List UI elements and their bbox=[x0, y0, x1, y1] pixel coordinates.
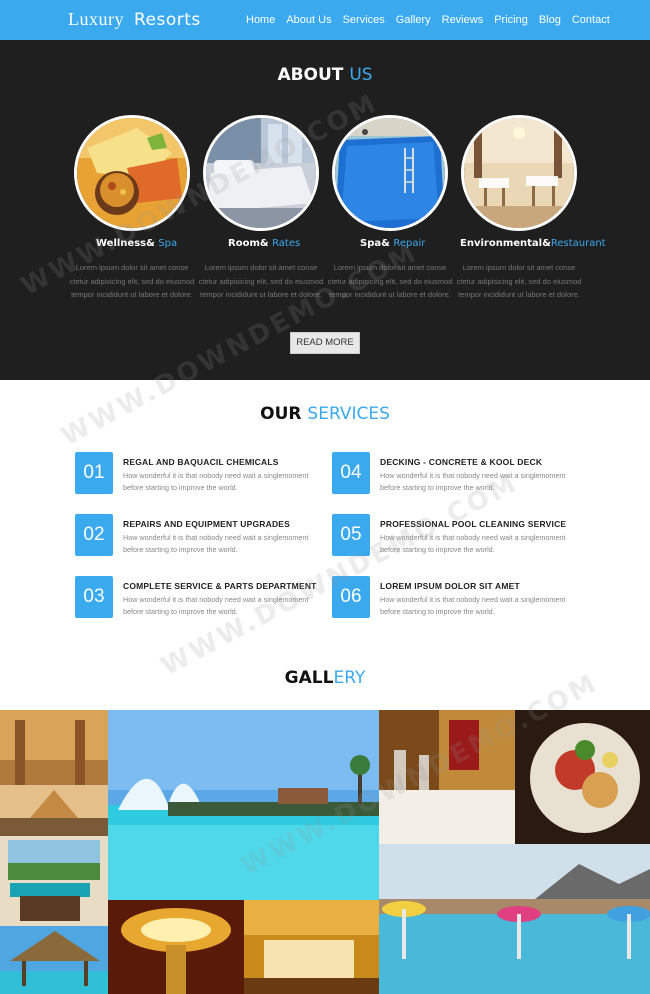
gallery-image-terrace[interactable] bbox=[0, 818, 108, 926]
read-more-button[interactable]: READ MORE bbox=[290, 332, 360, 354]
service-title-03[interactable]: COMPLETE SERVICE & PARTS DEPARTMENT bbox=[123, 581, 317, 591]
gallery-image-pool-fountain[interactable] bbox=[108, 710, 379, 900]
feature-title-spa: Spa& Repair bbox=[360, 238, 426, 249]
nav-pricing[interactable]: Pricing bbox=[494, 14, 528, 26]
feature-title-environmental: Environmental&Restaurant bbox=[460, 238, 606, 249]
gallery-image-lobby[interactable] bbox=[0, 710, 108, 818]
about-title-main: ABOUT bbox=[277, 65, 344, 85]
spa-repair-image[interactable] bbox=[332, 115, 448, 231]
gallery-image-suite[interactable] bbox=[244, 900, 379, 994]
nav-gallery[interactable]: Gallery bbox=[396, 14, 431, 26]
service-number-06: 06 bbox=[332, 576, 370, 618]
nav-services[interactable]: Services bbox=[343, 14, 385, 26]
service-title-06[interactable]: LOREM IPSUM DOLOR SIT AMET bbox=[380, 581, 520, 591]
service-number-05: 05 bbox=[332, 514, 370, 556]
logo-part1: Luxury bbox=[68, 9, 124, 29]
gallery-image-hut[interactable] bbox=[0, 926, 108, 994]
gallery-image-dish[interactable] bbox=[515, 710, 650, 844]
service-title-01[interactable]: REGAL AND BAQUACIL CHEMICALS bbox=[123, 457, 279, 467]
gallery-image-casino[interactable] bbox=[108, 900, 244, 994]
feature-text-wellness: Lorem ipsum dolor sit amet conse ctetur … bbox=[69, 263, 195, 299]
service-desc-03: How wonderful it is that nobody need wai… bbox=[123, 595, 309, 616]
gallery-image-wine-table[interactable] bbox=[379, 710, 515, 844]
nav-reviews[interactable]: Reviews bbox=[442, 14, 484, 26]
service-number-03: 03 bbox=[75, 576, 113, 618]
feature-title-wellness: Wellness& Spa bbox=[96, 238, 178, 249]
service-desc-05: How wonderful it is that nobody need wai… bbox=[380, 533, 566, 554]
wellness-spa-image[interactable] bbox=[74, 115, 190, 231]
service-title-04[interactable]: DECKING - CONCRETE & KOOL DECK bbox=[380, 457, 542, 467]
services-title: OUR SERVICES bbox=[260, 404, 390, 424]
about-section: ABOUT US Wellness& Spa Room& Rates Spa& … bbox=[0, 40, 650, 380]
environmental-restaurant-image[interactable] bbox=[461, 115, 577, 231]
watermark-text: WWW.DOWNDEMO.COM bbox=[156, 467, 524, 683]
nav-contact[interactable]: Contact bbox=[572, 14, 610, 26]
service-number-02: 02 bbox=[75, 514, 113, 556]
service-title-05[interactable]: PROFESSIONAL POOL CLEANING SERVICE bbox=[380, 519, 566, 529]
service-desc-02: How wonderful it is that nobody need wai… bbox=[123, 533, 309, 554]
service-desc-06: How wonderful it is that nobody need wai… bbox=[380, 595, 566, 616]
feature-text-spa: Lorem ipsum dolor sit amet conse ctetur … bbox=[327, 263, 453, 299]
nav-about-us[interactable]: About Us bbox=[286, 14, 331, 26]
feature-text-environmental: Lorem ipsum dolor sit amet conse ctetur … bbox=[456, 263, 582, 299]
gallery-image-resort-pool[interactable] bbox=[379, 844, 650, 994]
about-title-accent: US bbox=[349, 65, 373, 85]
gallery-title: GALLERY bbox=[284, 668, 366, 688]
about-title: ABOUT US bbox=[0, 65, 650, 85]
service-number-01: 01 bbox=[75, 452, 113, 494]
service-desc-04: How wonderful it is that nobody need wai… bbox=[380, 471, 566, 492]
top-navbar: Luxury Resorts Home About Us Services Ga… bbox=[0, 0, 650, 40]
nav-blog[interactable]: Blog bbox=[539, 14, 561, 26]
site-logo[interactable]: Luxury Resorts bbox=[68, 9, 201, 30]
feature-text-room: Lorem ipsum dolor sit amet conse ctetur … bbox=[198, 263, 324, 299]
service-title-02[interactable]: REPAIRS AND EQUIPMENT UPGRADES bbox=[123, 519, 290, 529]
main-menu: Home About Us Services Gallery Reviews P… bbox=[246, 14, 621, 26]
feature-title-room: Room& Rates bbox=[228, 238, 301, 249]
room-rates-image[interactable] bbox=[203, 115, 319, 231]
service-number-04: 04 bbox=[332, 452, 370, 494]
service-desc-01: How wonderful it is that nobody need wai… bbox=[123, 471, 309, 492]
nav-home[interactable]: Home bbox=[246, 14, 275, 26]
logo-part2: Resorts bbox=[134, 10, 201, 30]
